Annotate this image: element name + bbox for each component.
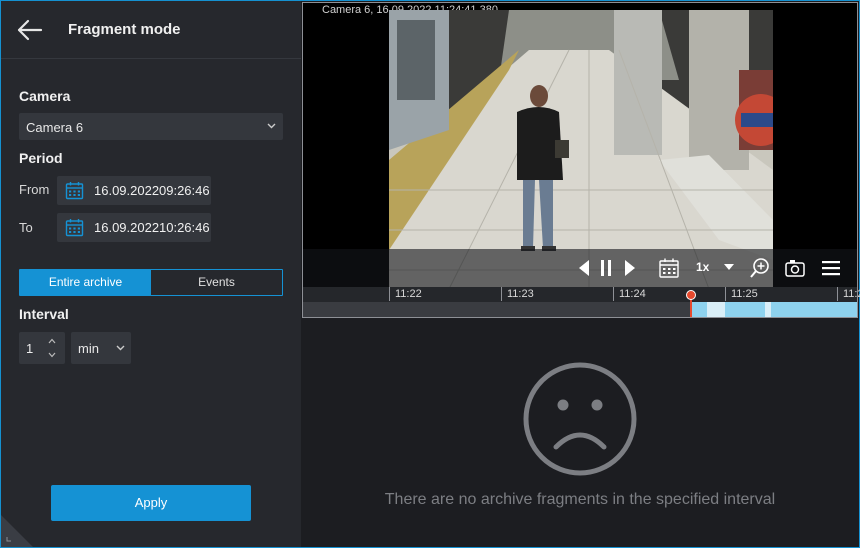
from-time: 09:26:46 <box>159 183 210 198</box>
from-date: 16.09.2022 <box>94 183 160 198</box>
camera-select[interactable]: Camera 6 <box>19 113 283 140</box>
player-area: Camera 6, 16.09.2022 11:24:41.380 <box>301 1 860 547</box>
panel-header: Fragment mode <box>1 1 301 59</box>
apply-button[interactable]: Apply <box>51 485 251 521</box>
period-label: Period <box>19 150 63 166</box>
chevron-down-icon[interactable] <box>46 351 58 359</box>
chevron-up-icon[interactable] <box>46 337 58 345</box>
interval-unit-value: min <box>78 341 99 356</box>
to-date: 16.09.2022 <box>94 220 160 235</box>
timeline-tick-label: 11:2 <box>843 288 860 300</box>
timeline-ticks: 11:22 11:23 11:24 11:25 11:2 <box>303 287 860 301</box>
camera-label: Camera <box>19 88 71 104</box>
interval-value: 1 <box>26 341 34 356</box>
chevron-down-icon <box>116 345 125 351</box>
zoom-in-icon[interactable] <box>749 257 771 279</box>
mode-segmented-control: Entire archive Events <box>19 269 283 296</box>
next-frame-icon[interactable] <box>623 259 637 277</box>
archive-segment-highlight <box>707 302 725 317</box>
interval-label: Interval <box>19 306 69 322</box>
calendar-icon <box>65 182 84 200</box>
playback-speed[interactable]: 1x <box>696 260 709 274</box>
empty-state-message: There are no archive fragments in the sp… <box>384 491 776 508</box>
timeline-tick-label: 11:24 <box>619 288 646 300</box>
pause-icon[interactable] <box>599 259 613 277</box>
timeline-tick <box>613 287 614 301</box>
archive-segment-highlight <box>765 302 771 317</box>
chevron-down-icon[interactable] <box>724 264 734 271</box>
camera-select-value: Camera 6 <box>26 120 84 135</box>
playhead-line <box>690 297 692 317</box>
to-time: 10:26:46 <box>159 220 210 235</box>
video-player[interactable]: Camera 6, 16.09.2022 11:24:41.380 <box>302 2 860 318</box>
to-datetime-field[interactable]: 16.09.2022 10:26:46 <box>57 213 211 242</box>
timeline-tick-label: 11:22 <box>395 288 422 300</box>
menu-icon[interactable] <box>821 259 841 277</box>
timeline-tick <box>725 287 726 301</box>
calendar-icon[interactable] <box>658 257 680 279</box>
timeline-tick <box>501 287 502 301</box>
timeline-tick <box>837 287 838 301</box>
playback-controls: 1x <box>303 249 857 287</box>
timeline-track[interactable] <box>303 302 857 317</box>
arrow-left-icon[interactable] <box>17 19 43 41</box>
tab-entire-archive[interactable]: Entire archive <box>20 270 151 295</box>
from-label: From <box>19 182 50 197</box>
timeline-tick-label: 11:25 <box>731 288 758 300</box>
calendar-icon <box>65 219 84 237</box>
tab-events[interactable]: Events <box>151 270 282 295</box>
to-label: To <box>19 220 33 235</box>
playhead[interactable] <box>686 290 696 300</box>
sad-face-icon <box>523 362 637 476</box>
page-title: Fragment mode <box>68 21 181 38</box>
timeline-tick <box>389 287 390 301</box>
timeline-tick-label: 11:23 <box>507 288 534 300</box>
interval-stepper[interactable]: 1 <box>19 332 65 364</box>
resize-grip-icon[interactable] <box>1 507 41 547</box>
interval-unit-select[interactable]: min <box>71 332 131 364</box>
video-frame-image <box>389 10 773 289</box>
chevron-down-icon <box>267 123 276 129</box>
settings-panel: Fragment mode Camera Camera 6 Period Fro… <box>1 1 301 547</box>
timeline[interactable]: 11:22 11:23 11:24 11:25 11:2 <box>303 287 860 317</box>
snapshot-icon[interactable] <box>784 257 806 279</box>
from-datetime-field[interactable]: 16.09.2022 09:26:46 <box>57 176 211 205</box>
prev-frame-icon[interactable] <box>577 259 591 277</box>
